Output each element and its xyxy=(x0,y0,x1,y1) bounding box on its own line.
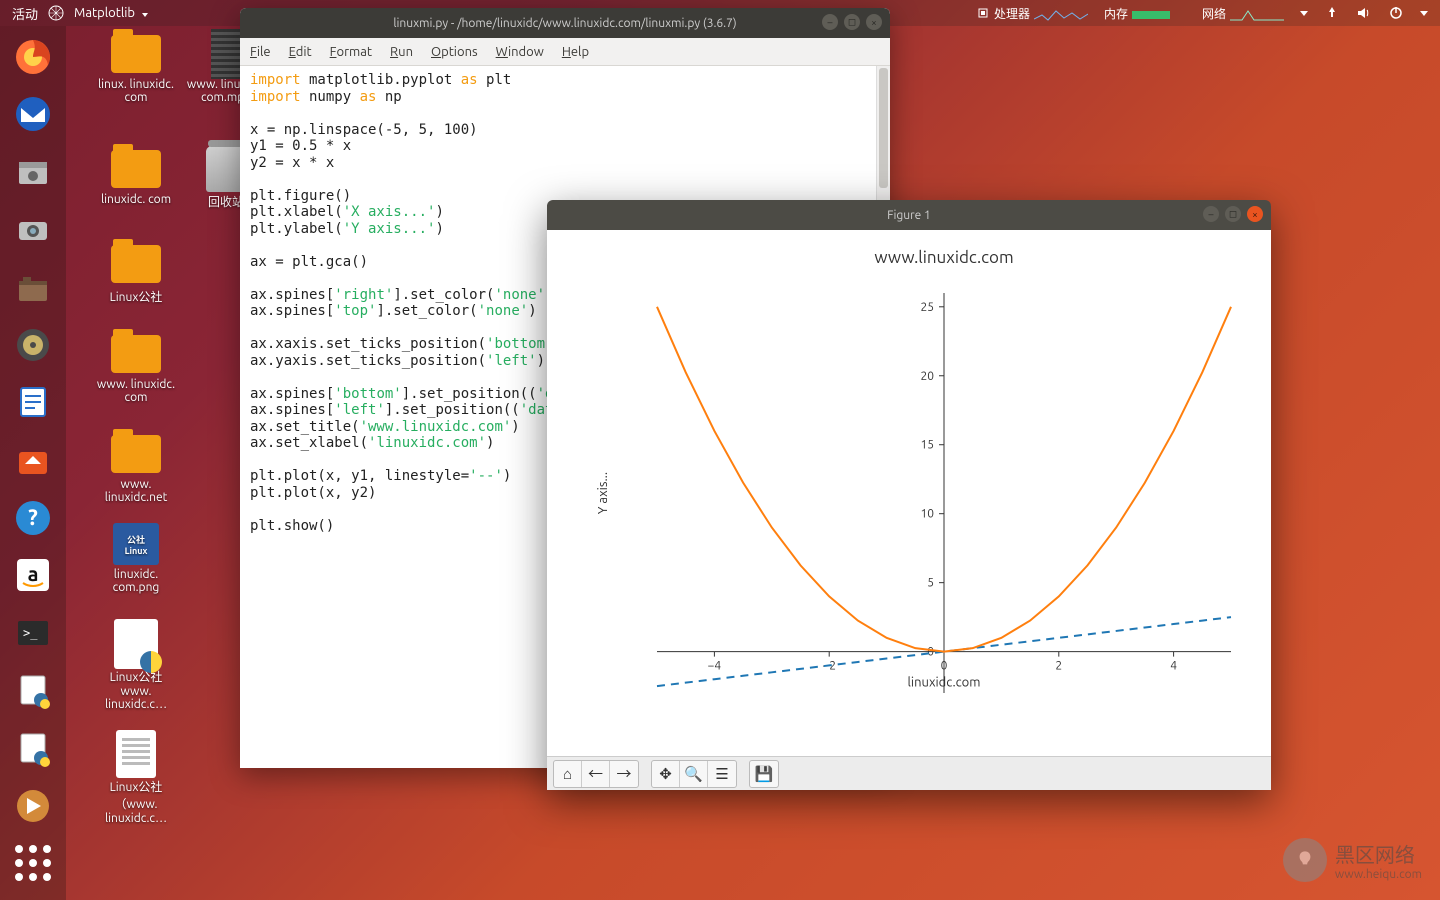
svg-text:4: 4 xyxy=(1170,660,1177,673)
maximize-button[interactable]: ◻ xyxy=(844,14,860,30)
close-button[interactable]: × xyxy=(866,14,882,30)
desktop-icon-folder2[interactable]: linuxidc. com xyxy=(94,147,178,206)
svg-text:15: 15 xyxy=(920,439,934,452)
app-menu-name[interactable]: Matplotlib xyxy=(74,6,148,20)
launcher-help[interactable]: ? xyxy=(7,493,59,543)
net-indicator[interactable]: 网络 xyxy=(1202,5,1284,22)
launcher-thunderbird[interactable] xyxy=(7,90,59,140)
minimize-button[interactable]: – xyxy=(822,14,838,30)
svg-text:10: 10 xyxy=(920,508,934,521)
cpu-indicator[interactable]: 处理器 xyxy=(976,5,1088,22)
system-dropdown-icon[interactable] xyxy=(1420,11,1428,16)
svg-text:a: a xyxy=(28,562,39,585)
launcher-dock: ? a >_ xyxy=(0,26,66,900)
close-button[interactable]: × xyxy=(1247,206,1263,222)
figtool-zoom-button[interactable]: 🔍 xyxy=(680,761,708,787)
figtool-pan-button[interactable]: ✥ xyxy=(652,761,680,787)
launcher-pitivi[interactable] xyxy=(7,781,59,831)
desktop-icon-folder4[interactable]: www. linuxidc. com xyxy=(94,332,178,404)
watermark: 黑区网络www.heiqu.com xyxy=(1283,838,1422,882)
svg-text:www.linuxidc.com: www.linuxidc.com xyxy=(874,248,1013,267)
svg-text:20: 20 xyxy=(920,370,934,383)
launcher-shotwell[interactable] xyxy=(7,205,59,255)
net-graph xyxy=(1230,5,1284,21)
watermark-icon xyxy=(1283,838,1327,882)
svg-text:?: ? xyxy=(28,505,38,530)
volume-icon[interactable] xyxy=(1356,5,1372,21)
menu-window[interactable]: Window xyxy=(496,45,544,59)
menu-file[interactable]: File xyxy=(250,45,271,59)
launcher-rhythmbox[interactable] xyxy=(7,320,59,370)
activities-button[interactable]: 活动 xyxy=(12,4,38,23)
power-icon[interactable] xyxy=(1388,5,1404,21)
launcher-software[interactable] xyxy=(7,435,59,485)
launcher-amazon[interactable]: a xyxy=(7,550,59,600)
cpu-icon xyxy=(976,6,990,20)
figure-toolbar: ⌂←→ ✥🔍☰ 💾 xyxy=(547,756,1271,790)
editor-titlebar[interactable]: linuxmi.py - /home/linuxidc/www.linuxidc… xyxy=(240,8,890,38)
maximize-button[interactable]: ◻ xyxy=(1225,206,1241,222)
launcher-idle[interactable] xyxy=(7,666,59,716)
plot-canvas: www.linuxidc.comY axis...linuxidc.com−4−… xyxy=(547,230,1271,756)
menu-help[interactable]: Help xyxy=(562,45,589,59)
figtool-config-button[interactable]: ☰ xyxy=(708,761,736,787)
figure-titlebar[interactable]: Figure 1 – ◻ × xyxy=(547,200,1271,230)
launcher-nautilus[interactable] xyxy=(7,262,59,312)
desktop-icon-folder3[interactable]: Linux公社 xyxy=(94,242,178,305)
figtool-home-button[interactable]: ⌂ xyxy=(554,761,582,787)
launcher-terminal[interactable]: >_ xyxy=(7,608,59,658)
launcher-firefox[interactable] xyxy=(7,32,59,82)
desktop-icon-doc1[interactable]: Linux公社（www. linuxidc.c… xyxy=(94,732,178,825)
matplotlib-figure-window[interactable]: Figure 1 – ◻ × www.linuxidc.com Y axis...… xyxy=(547,200,1271,790)
desktop-icon-folder1[interactable]: linux. linuxidc. com xyxy=(94,32,178,104)
app-icon xyxy=(48,5,64,21)
desktop-icon-folder5[interactable]: www. linuxidc.net xyxy=(94,432,178,504)
editor-menubar: File Edit Format Run Options Window Help xyxy=(240,38,890,66)
menu-options[interactable]: Options xyxy=(431,45,478,59)
cpu-graph xyxy=(1034,5,1088,21)
svg-text:0: 0 xyxy=(941,660,948,673)
launcher-files[interactable] xyxy=(7,147,59,197)
figtool-back-button[interactable]: ← xyxy=(582,761,610,787)
menu-edit[interactable]: Edit xyxy=(289,45,312,59)
svg-text:25: 25 xyxy=(920,301,934,314)
network-icon[interactable] xyxy=(1324,5,1340,21)
indicator-dropdown-icon[interactable] xyxy=(1300,11,1308,16)
svg-text:Y axis...: Y axis... xyxy=(596,472,610,514)
svg-text:>_: >_ xyxy=(23,626,38,640)
desktop-icon-py1[interactable]: Linux公社 www. linuxidc.c… xyxy=(94,622,178,711)
launcher-writer[interactable] xyxy=(7,378,59,428)
mem-indicator[interactable]: 内存 xyxy=(1104,5,1186,22)
svg-text:−4: −4 xyxy=(708,660,722,673)
svg-text:0: 0 xyxy=(927,646,934,659)
launcher-idle2[interactable] xyxy=(7,723,59,773)
svg-text:5: 5 xyxy=(927,577,934,590)
mem-graph xyxy=(1132,5,1186,21)
show-applications-button[interactable] xyxy=(7,838,59,888)
menu-format[interactable]: Format xyxy=(330,45,372,59)
desktop-icon-img1[interactable]: 公社Linuxlinuxidc. com.png xyxy=(94,522,178,594)
figure-title-text: Figure 1 xyxy=(887,209,931,222)
figtool-forward-button[interactable]: → xyxy=(610,761,638,787)
figtool-save-button[interactable]: 💾 xyxy=(750,761,778,787)
svg-text:2: 2 xyxy=(1055,660,1062,673)
chevron-down-icon xyxy=(142,13,148,17)
editor-title-text: linuxmi.py - /home/linuxidc/www.linuxidc… xyxy=(393,17,736,30)
menu-run[interactable]: Run xyxy=(390,45,413,59)
minimize-button[interactable]: – xyxy=(1203,206,1219,222)
